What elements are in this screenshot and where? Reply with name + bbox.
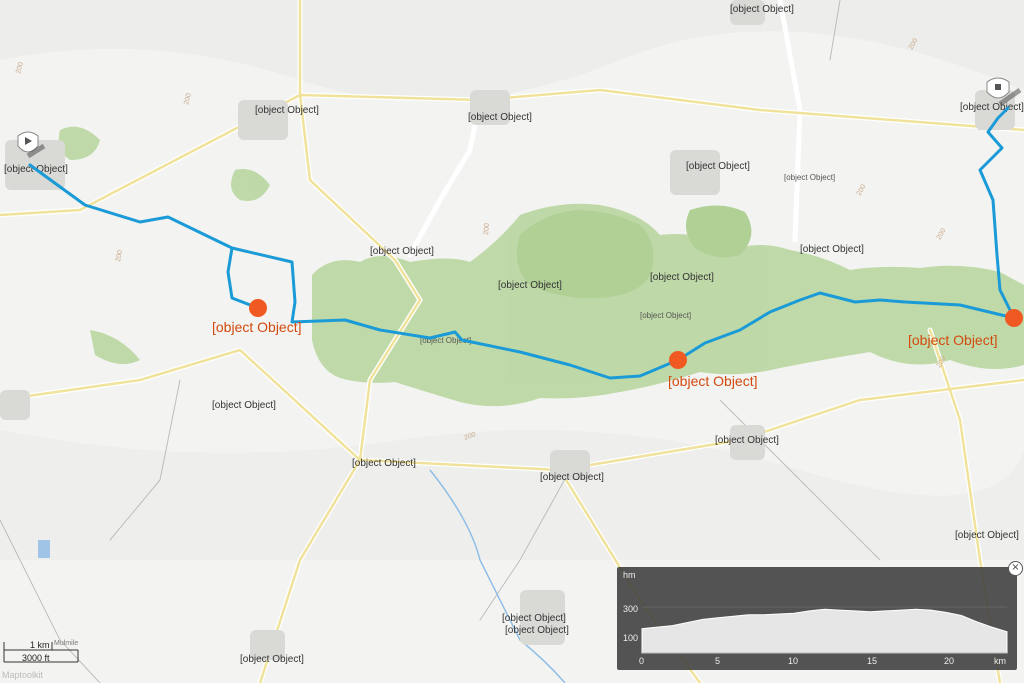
svg-text:200: 200 xyxy=(483,223,491,235)
elevation-chart xyxy=(641,606,1008,654)
scale-ft-label: 3000 ft xyxy=(22,653,50,663)
place-huy-neinstedt: [object Object] xyxy=(370,246,434,257)
place-danstedt: [object Object] xyxy=(240,654,304,665)
place-badersleben: [object Object] xyxy=(255,105,319,116)
poi-label-heiketalwarte: [object Object] xyxy=(212,319,302,335)
place-monchhai: [object Object] xyxy=(650,272,714,283)
place-eilenstedt: [object Object] xyxy=(960,102,1024,113)
place-sonnenburg: [object Object] xyxy=(212,400,276,411)
place-anderbeck: [object Object] xyxy=(468,112,532,123)
elevation-xtick-10: 10 xyxy=(788,656,799,666)
elevation-xtick-20: 20 xyxy=(944,656,955,666)
elevation-xtick-5: 5 xyxy=(715,656,721,666)
scale-km-label: 1 km xyxy=(30,640,50,650)
place-neu-runstedt: [object Object] xyxy=(955,530,1019,541)
close-icon[interactable]: × xyxy=(1008,561,1023,576)
poi-label-sargstedter-warte: [object Object] xyxy=(668,373,758,389)
place-schachdorf: [object Object] xyxy=(502,613,566,624)
elevation-area xyxy=(641,608,1008,654)
poi-marker-paulskopfwarte[interactable] xyxy=(1005,309,1023,327)
scale-bar: 1 km Mulmile 3000 ft xyxy=(2,638,102,668)
poi-marker-sargstedter-warte[interactable] xyxy=(669,351,687,369)
place-strobeck: [object Object] xyxy=(505,625,569,636)
elevation-x-unit: km xyxy=(994,656,1006,666)
scale-mi-label: Mulmile xyxy=(54,640,79,647)
place-wilhelmshall: [object Object] xyxy=(498,280,562,291)
place-huy: [object Object] xyxy=(640,311,691,320)
place-sargstedt: [object Object] xyxy=(715,435,779,446)
elevation-xtick-0: 0 xyxy=(639,656,645,666)
scale-bar-graphic xyxy=(3,642,79,663)
map-attribution[interactable]: Maptoolkit xyxy=(2,670,43,680)
elevation-xtick-15: 15 xyxy=(867,656,878,666)
poi-marker-heiketalwarte[interactable] xyxy=(249,299,267,317)
place-roderhof: [object Object] xyxy=(800,244,864,255)
place-aspenstedt: [object Object] xyxy=(540,472,604,483)
elevation-profile-panel[interactable]: hm 300 100 0 5 10 15 20 km × xyxy=(617,561,1023,670)
place-athenstedt: [object Object] xyxy=(352,458,416,469)
place-eilsdorf: [object Object] xyxy=(730,4,794,15)
lake xyxy=(38,540,50,558)
place-arbketal: [object Object] xyxy=(784,173,835,182)
poi-label-paulskopfwarte: [object Object] xyxy=(908,332,998,348)
place-dingelstedt: [object Object] xyxy=(686,161,750,172)
